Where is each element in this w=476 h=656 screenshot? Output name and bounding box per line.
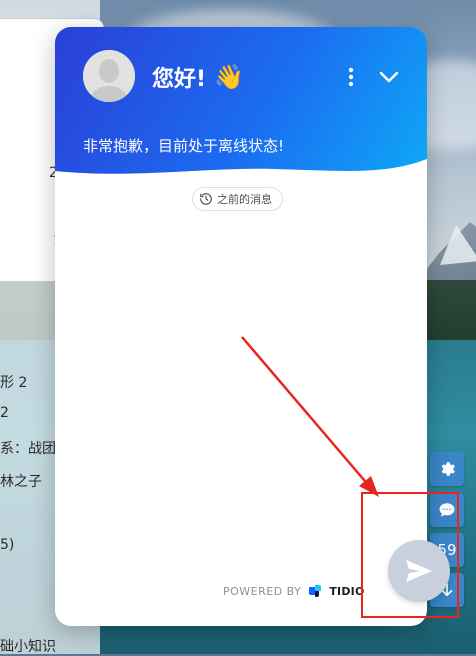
- brand-name: TIDIO: [329, 584, 365, 598]
- powered-by-footer[interactable]: POWERED BY TIDIO: [223, 583, 365, 599]
- history-icon: [200, 193, 212, 205]
- greeting-title: 您好! 👋: [152, 61, 244, 93]
- more-options-button[interactable]: [339, 65, 363, 89]
- left-panel-line[interactable]: 础小知识: [0, 636, 100, 656]
- gear-icon: [441, 462, 455, 476]
- annotation-highlight-box: [361, 492, 459, 618]
- operator-avatar: [83, 50, 135, 102]
- tidio-logo-icon: [309, 585, 322, 597]
- settings-button[interactable]: [430, 452, 464, 486]
- previous-messages-button[interactable]: 之前的消息: [192, 187, 283, 211]
- waving-hand-icon: 👋: [214, 63, 244, 91]
- greeting-text: 您好!: [152, 67, 207, 92]
- chat-header: 您好! 👋 非常抱歉，目前处于离线状态!: [55, 27, 427, 185]
- powered-by-label: POWERED BY: [223, 584, 302, 598]
- vertical-dots-icon: [348, 67, 354, 87]
- chevron-down-icon: [379, 71, 399, 83]
- previous-messages-label: 之前的消息: [217, 193, 272, 206]
- header-wave: [55, 159, 427, 185]
- user-silhouette-icon: [83, 50, 135, 102]
- minimize-chat-button[interactable]: [377, 65, 401, 89]
